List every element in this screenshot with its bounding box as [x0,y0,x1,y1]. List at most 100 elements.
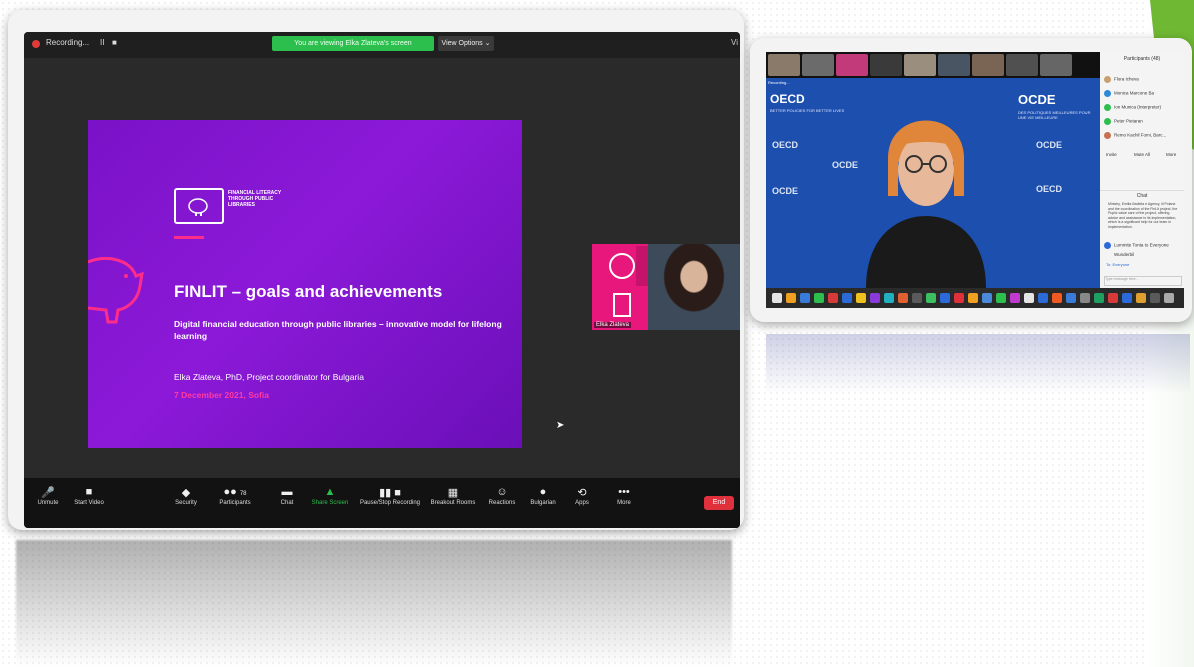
dock-app-icon[interactable] [1052,293,1062,303]
participant-thumbnail[interactable] [972,54,1004,76]
start-video-button[interactable]: ■ Start Video [68,486,110,506]
share-screen-button[interactable]: ▲ Share Screen [308,486,352,506]
interpretation-button[interactable]: ● Bulgarian [526,486,560,506]
dock-app-icon[interactable] [884,293,894,303]
participant-row[interactable]: Flora Icheva [1104,76,1139,83]
chat-reply: Wunderbil [1114,252,1135,257]
dock-app-icon[interactable] [814,293,824,303]
apps-icon: ⟲ [577,487,587,499]
viewing-screen-banner: You are viewing Elka Zlateva's screen [272,36,434,51]
stop-recording-icon[interactable]: ■ [112,38,117,47]
unmute-button[interactable]: 🎤 Unmute [30,486,66,506]
dock-app-icon[interactable] [1094,293,1104,303]
dock-app-icon[interactable] [1122,293,1132,303]
trash-icon[interactable] [1164,293,1174,303]
avatar [1104,242,1111,249]
dock-app-icon[interactable] [828,293,838,303]
microphone-muted-icon: 🎤 [41,487,55,499]
participant-row[interactable]: Monica Marcone Ba [1104,90,1154,97]
chat-button[interactable]: ▬ Chat [274,486,300,506]
participants-chat-panel: Participants (48) Flora Icheva Monica Ma… [1100,52,1184,288]
chat-recipient-select[interactable]: To: Everyone [1106,262,1129,267]
pause-recording-icon[interactable]: II [100,38,104,47]
dock-app-icon[interactable] [856,293,866,303]
dock-app-icon[interactable] [870,293,880,303]
ocde-logo-repeat: OCDE [1036,140,1063,150]
dock-app-icon[interactable] [968,293,978,303]
security-button[interactable]: ◆ Security [170,486,202,506]
dock-app-icon[interactable] [1066,293,1076,303]
dock-app-icon[interactable] [842,293,852,303]
pause-stop-icon: ▮▮ ■ [379,487,401,499]
smiley-icon: ☺ [496,486,508,498]
participant-thumbnail[interactable] [1006,54,1038,76]
participant-row[interactable]: Peter Pietaran [1104,118,1143,125]
dock-app-icon[interactable] [940,293,950,303]
dock-app-icon[interactable] [926,293,936,303]
dock-app-icon[interactable] [1108,293,1118,303]
slide-logo-text: FINANCIAL LITERACY THROUGH PUBLIC LIBRAR… [228,190,282,208]
apps-button[interactable]: ⟲ Apps [570,486,594,506]
slide-date: 7 December 2021, Sofia [174,390,269,400]
breakout-rooms-button[interactable]: ▦ Breakout Rooms [428,486,478,506]
dock-app-icon[interactable] [954,293,964,303]
oecd-photo-frame: Recording... OECD BETTER POLICIES FOR BE… [750,38,1192,322]
chat-message: Ministry, Emilia Iliadiela e Agency, ill… [1108,202,1178,229]
zoom-toolbar: 🎤 Unmute ■ Start Video ◆ Security ●● 78 … [24,478,740,528]
view-options-button[interactable]: View Options ⌄ [438,36,494,51]
zoom-top-bar: Recording... II ■ You are viewing Elka Z… [24,32,740,58]
dock-app-icon[interactable] [1136,293,1146,303]
dock-app-icon[interactable] [1010,293,1020,303]
chat-input[interactable]: Type message here... [1104,276,1182,286]
avatar [1104,118,1111,125]
slide-subtitle: Digital financial education through publ… [174,319,502,341]
dock-app-icon[interactable] [772,293,782,303]
dock-app-icon[interactable] [1038,293,1048,303]
participant-thumbnail[interactable] [938,54,970,76]
more-button[interactable]: More [1166,152,1176,157]
view-toggle[interactable]: Vi [731,38,738,47]
dock-app-icon[interactable] [898,293,908,303]
dock-app-icon[interactable] [912,293,922,303]
recording-label: Recording... [46,38,90,47]
reactions-button[interactable]: ☺ Reactions [484,486,520,506]
dock-app-icon[interactable] [1024,293,1034,303]
participant-thumbnail[interactable] [836,54,868,76]
zoom-photo-frame: Recording... II ■ You are viewing Elka Z… [8,10,744,530]
share-screen-icon: ▲ [324,486,336,498]
dock-app-icon[interactable] [786,293,796,303]
avatar [1104,132,1111,139]
participant-thumbnail[interactable] [802,54,834,76]
ocde-tagline: DES POLITIQUES MEILLEURES POUR UNE VIE M… [1018,110,1091,120]
background-graphics [609,246,654,317]
participant-thumbnail[interactable] [768,54,800,76]
speaker-video-tile[interactable]: Elka Zlateva [592,244,740,330]
dock-app-icon[interactable] [1080,293,1090,303]
speaker-video [648,244,740,330]
participant-thumbnail[interactable] [904,54,936,76]
avatar [1104,90,1111,97]
oecd-logo-repeat: OECD [772,140,799,150]
oecd-meeting-window: Recording... OECD BETTER POLICIES FOR BE… [766,52,1184,308]
invite-button[interactable]: Invite [1106,152,1117,157]
left-photo-reflection [16,540,732,667]
participant-row[interactable]: Ion Munica (Interpreter) [1104,104,1161,111]
shared-slide: FINANCIAL LITERACY THROUGH PUBLIC LIBRAR… [88,120,522,448]
video-off-icon: ■ [85,486,93,498]
participant-row[interactable]: Remo Kachil Fomi, Barc... [1104,132,1166,139]
participant-thumbnail[interactable] [870,54,902,76]
dock-app-icon[interactable] [1150,293,1160,303]
dock-app-icon[interactable] [800,293,810,303]
participants-button[interactable]: ●● 78 Participants [212,486,258,506]
dock-app-icon[interactable] [996,293,1006,303]
slide-accent-bar [174,236,204,239]
chat-panel-title: Chat [1100,190,1184,199]
dock-app-icon[interactable] [982,293,992,303]
more-button[interactable]: ••• More [612,486,636,506]
pause-stop-recording-button[interactable]: ▮▮ ■ Pause/Stop Recording [356,486,424,506]
speaker-name-label: Elka Zlateva [594,322,632,328]
mute-all-button[interactable]: Mute All [1134,152,1150,157]
mac-dock [766,288,1184,308]
participant-thumbnail[interactable] [1040,54,1072,76]
end-meeting-button[interactable]: End [704,496,734,510]
